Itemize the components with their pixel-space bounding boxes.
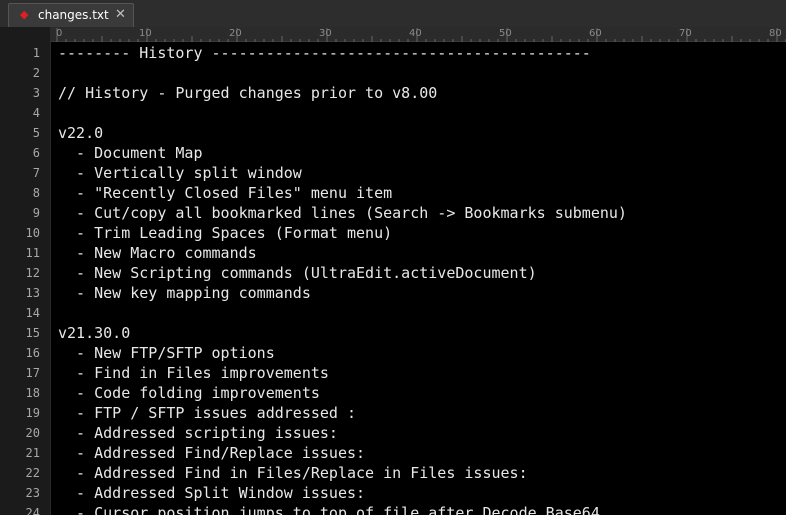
line-number: 21: [25, 446, 40, 460]
text-line[interactable]: 13 - New key mapping commands: [0, 283, 786, 303]
line-number: 16: [25, 346, 40, 360]
line-number: 12: [25, 266, 40, 280]
text-line[interactable]: 24 - Cursor position jumps to top of fil…: [0, 503, 786, 515]
line-text[interactable]: - Document Map: [58, 143, 202, 163]
text-line[interactable]: 1 -------- History ----------------------…: [0, 43, 786, 63]
line-number: 17: [25, 366, 40, 380]
line-text[interactable]: v22.0: [58, 123, 103, 143]
text-line[interactable]: 14: [0, 303, 786, 323]
text-line[interactable]: 7 - Vertically split window: [0, 163, 786, 183]
line-text[interactable]: - Code folding improvements: [58, 383, 320, 403]
modified-indicator-icon: ◆: [20, 8, 29, 21]
line-text[interactable]: - Cursor position jumps to top of file a…: [58, 503, 600, 515]
line-text[interactable]: - Addressed Find/Replace issues:: [58, 443, 365, 463]
editor-window: ◆ changes.txt ✕ 0 10 20 30 40 50 60 70 8…: [0, 0, 786, 515]
line-text[interactable]: - "Recently Closed Files" menu item: [58, 183, 392, 203]
text-line[interactable]: 15 v21.30.0: [0, 323, 786, 343]
line-text[interactable]: - Addressed Split Window issues:: [58, 483, 365, 503]
text-line[interactable]: 16 - New FTP/SFTP options: [0, 343, 786, 363]
line-number: 8: [32, 186, 40, 200]
line-text[interactable]: - Cut/copy all bookmarked lines (Search …: [58, 203, 627, 223]
text-line[interactable]: 3 // History - Purged changes prior to v8…: [0, 83, 786, 103]
text-line[interactable]: 21 - Addressed Find/Replace issues:: [0, 443, 786, 463]
text-line[interactable]: 10 - Trim Leading Spaces (Format menu): [0, 223, 786, 243]
line-number: 1: [32, 46, 40, 60]
line-text[interactable]: - Find in Files improvements: [58, 363, 329, 383]
line-number: 9: [32, 206, 40, 220]
line-number: 13: [25, 286, 40, 300]
line-number: 11: [25, 246, 40, 260]
line-number: 20: [25, 426, 40, 440]
ruler-label: 80: [769, 28, 782, 39]
line-number: 5: [32, 126, 40, 140]
line-text[interactable]: - Addressed scripting issues:: [58, 423, 338, 443]
ruler-label: 10: [139, 28, 152, 39]
ruler-label: 60: [589, 28, 602, 39]
text-line[interactable]: 19 - FTP / SFTP issues addressed :: [0, 403, 786, 423]
line-text[interactable]: - New Scripting commands (UltraEdit.acti…: [58, 263, 537, 283]
line-text[interactable]: - FTP / SFTP issues addressed :: [58, 403, 356, 423]
text-line[interactable]: 9 - Cut/copy all bookmarked lines (Searc…: [0, 203, 786, 223]
line-text[interactable]: - Vertically split window: [58, 163, 302, 183]
line-number: 6: [32, 146, 40, 160]
ruler-label: 20: [229, 28, 242, 39]
line-number: 3: [32, 86, 40, 100]
line-text[interactable]: - Addressed Find in Files/Replace in Fil…: [58, 463, 528, 483]
line-number: 14: [25, 306, 40, 320]
line-text[interactable]: - New key mapping commands: [58, 283, 311, 303]
text-line[interactable]: 18 - Code folding improvements: [0, 383, 786, 403]
text-area[interactable]: 1 -------- History ----------------------…: [0, 43, 786, 515]
text-line[interactable]: 5 v22.0: [0, 123, 786, 143]
line-number: 22: [25, 466, 40, 480]
ruler-label: 70: [679, 28, 692, 39]
line-text[interactable]: // History - Purged changes prior to v8.…: [58, 83, 437, 103]
text-line[interactable]: 23 - Addressed Split Window issues:: [0, 483, 786, 503]
text-line[interactable]: 22 - Addressed Find in Files/Replace in …: [0, 463, 786, 483]
ruler-label: 50: [499, 28, 512, 39]
ruler-label: 40: [409, 28, 422, 39]
text-line[interactable]: 6 - Document Map: [0, 143, 786, 163]
close-icon[interactable]: ✕: [115, 7, 126, 22]
line-number: 15: [25, 326, 40, 340]
text-line[interactable]: 11 - New Macro commands: [0, 243, 786, 263]
tab-changes-txt[interactable]: ◆ changes.txt ✕: [8, 3, 134, 27]
line-number: 23: [25, 486, 40, 500]
text-line[interactable]: 8 - "Recently Closed Files" menu item: [0, 183, 786, 203]
line-number: 7: [32, 166, 40, 180]
column-ruler: 0 10 20 30 40 50 60 70 80: [51, 27, 786, 42]
tab-strip: ◆ changes.txt ✕: [0, 0, 786, 27]
line-number: 10: [25, 226, 40, 240]
line-text[interactable]: v21.30.0: [58, 323, 130, 343]
line-number: 18: [25, 386, 40, 400]
line-text[interactable]: - New Macro commands: [58, 243, 257, 263]
line-number: 24: [25, 506, 40, 515]
line-text[interactable]: -------- History -----------------------…: [58, 43, 591, 63]
line-number: 2: [32, 66, 40, 80]
line-text[interactable]: - Trim Leading Spaces (Format menu): [58, 223, 392, 243]
line-number: 4: [32, 106, 40, 120]
text-line[interactable]: 4: [0, 103, 786, 123]
text-line[interactable]: 2: [0, 63, 786, 83]
line-text[interactable]: - New FTP/SFTP options: [58, 343, 275, 363]
ruler-label: 30: [319, 28, 332, 39]
tab-title: changes.txt: [38, 8, 109, 22]
text-line[interactable]: 17 - Find in Files improvements: [0, 363, 786, 383]
line-number: 19: [25, 406, 40, 420]
text-line[interactable]: 12 - New Scripting commands (UltraEdit.a…: [0, 263, 786, 283]
text-line[interactable]: 20 - Addressed scripting issues:: [0, 423, 786, 443]
ruler-label: 0: [56, 28, 63, 39]
